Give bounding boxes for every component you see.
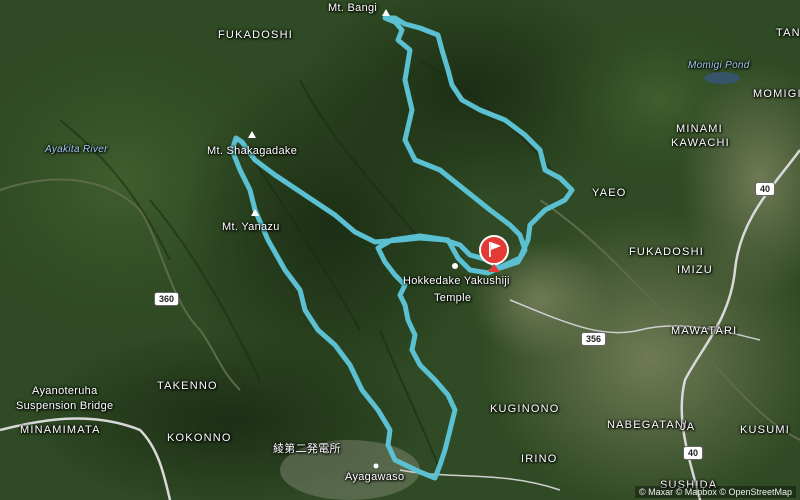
place-irino: IRINO [521, 453, 558, 465]
place-yaeo: YAEO [592, 187, 627, 199]
place-fukadoshi-north: FUKADOSHI [218, 29, 293, 41]
place-nabegatani: NABEGATANI [607, 419, 689, 431]
peak-label-yanazu: Mt. Yanazu [222, 221, 280, 233]
bridge-label-line2: Suspension Bridge [16, 400, 114, 412]
place-fukadoshi-east: FUKADOSHI [629, 246, 704, 258]
place-takenno: TAKENNO [157, 380, 218, 392]
place-minamimata: MINAMIMATA [20, 424, 101, 436]
place-kawachi: KAWACHI [671, 137, 730, 149]
peak-label-shakagadake: Mt. Shakagadake [207, 145, 298, 157]
road-shield-40-north: 40 [755, 182, 776, 196]
temple-marker [452, 263, 458, 269]
ayagawaso-marker [373, 463, 379, 469]
place-imizu: IMIZU [677, 264, 713, 276]
ayakita-river-label: Ayakita River [45, 144, 108, 155]
place-tan: TAN [776, 27, 800, 39]
map-attribution[interactable]: © Maxar © Mapbox © OpenStreetMap [635, 486, 796, 498]
temple-label-line1: Hokkedake Yakushiji [403, 275, 510, 287]
peak-label-bangi: Mt. Bangi [328, 2, 378, 14]
place-kokonno: KOKONNO [167, 432, 232, 444]
place-ja: JA [680, 421, 696, 433]
momigi-pond [704, 72, 740, 84]
place-momigi: MOMIGI [753, 88, 800, 100]
momigi-pond-label: Momigi Pond [688, 60, 750, 71]
bridge-label-line1: Ayanoteruha [32, 385, 98, 397]
power-station-label: 綾第二発電所 [273, 442, 341, 455]
road-shield-360: 360 [154, 292, 180, 306]
road-shield-40-south: 40 [683, 446, 704, 460]
ayagawaso-label: Ayagawaso [345, 471, 405, 483]
place-mawatari: MAWATARI [671, 325, 738, 337]
road-shield-356: 356 [581, 332, 607, 346]
place-kuginono: KUGINONO [490, 403, 560, 415]
temple-label-line2: Temple [434, 292, 472, 304]
place-minami: MINAMI [676, 123, 723, 135]
place-kusumi: KUSUMI [740, 424, 790, 436]
